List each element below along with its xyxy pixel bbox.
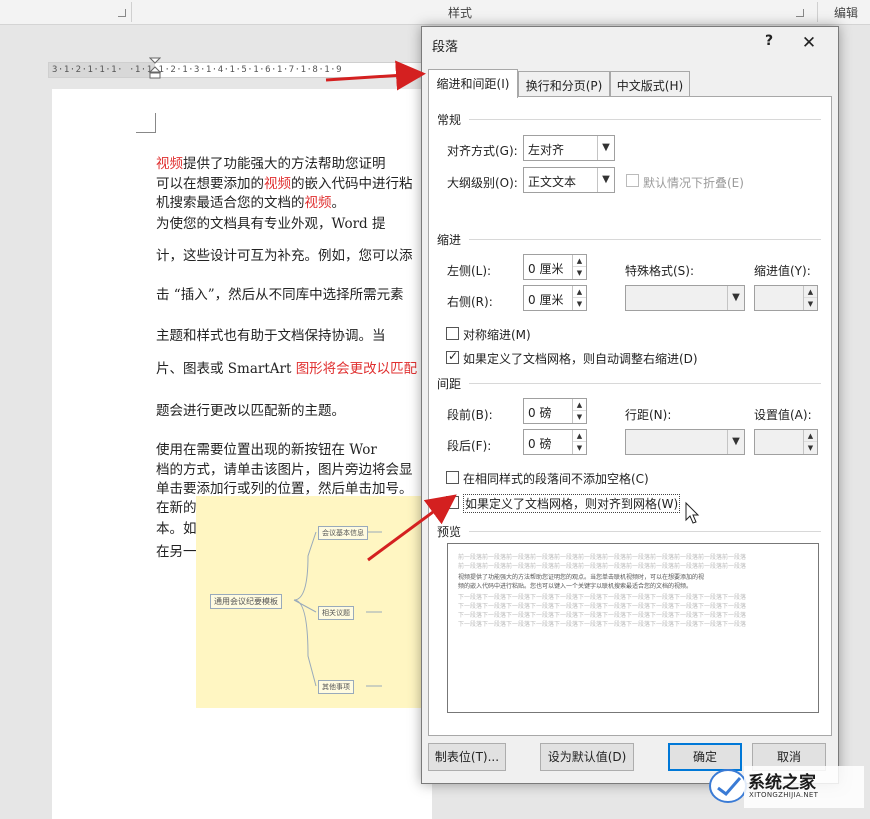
watermark-text: 系统之家 <box>748 773 816 793</box>
red-arrow-to-checkbox <box>367 494 457 562</box>
red-arrow-to-tab <box>325 60 426 91</box>
watermark-subtext: XITONGZHIJIA.NET <box>749 791 819 799</box>
annotation-overlay <box>325 60 700 562</box>
tab-indent-spacing[interactable]: 缩进和间距(I) <box>428 69 518 98</box>
mouse-cursor-icon <box>685 501 700 524</box>
